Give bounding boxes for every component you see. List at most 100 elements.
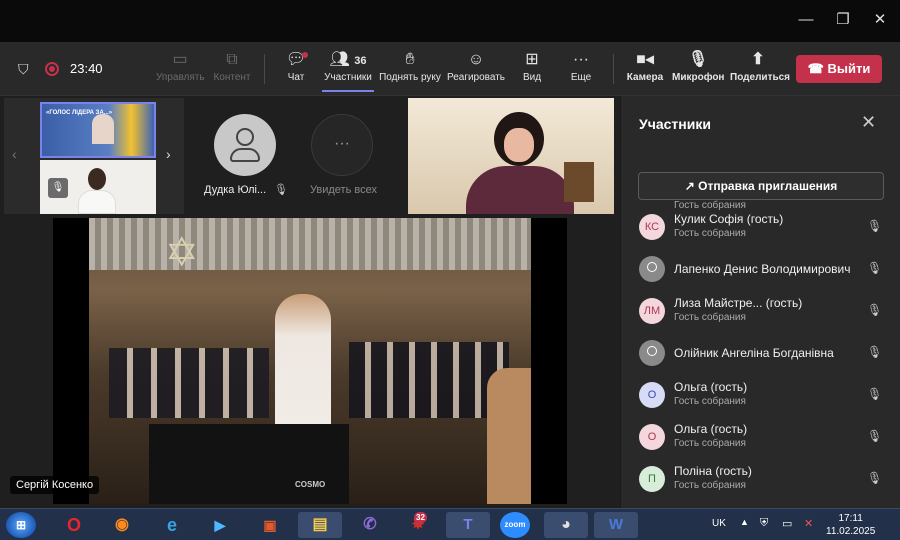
- mic-off-icon: 🎙︎: [867, 429, 883, 443]
- see-all-button[interactable]: ···: [311, 114, 373, 176]
- microphone-button[interactable]: 🎙︎ Микрофон: [672, 48, 724, 92]
- camera-icon: ■◂: [636, 51, 654, 68]
- minimize-icon[interactable]: —: [796, 10, 816, 30]
- view-icon: ⊞: [525, 51, 539, 68]
- network-icon[interactable]: ▭: [782, 517, 792, 530]
- mic-off-icon: 🎙︎: [687, 51, 709, 68]
- restore-icon[interactable]: ❐: [833, 10, 853, 30]
- participant-role: Гость собрания: [674, 228, 746, 239]
- share-screen-icon: ▭: [172, 51, 188, 68]
- mic-off-icon: 🎙︎: [274, 184, 288, 196]
- record-icon: [45, 62, 59, 76]
- windows-taskbar: ⊞ O ◉ e ▶ ▣ ▤ ✆ ✸ 32 T zoom ◕ W UK ▲ ⛨ ▭ …: [0, 508, 900, 540]
- media-player-icon[interactable]: ▶: [202, 512, 238, 538]
- participant-face: [504, 128, 534, 162]
- participant-row[interactable]: Олійник Ангеліна Богданівна 🎙︎: [621, 332, 900, 374]
- file-explorer-icon[interactable]: ▤: [298, 512, 342, 538]
- participant-row[interactable]: О Ольга (гость) Гость собрания 🎙︎: [621, 416, 900, 458]
- unread-dot: [302, 52, 308, 58]
- video-thumbnail-presentation[interactable]: «ГОЛОС ЛІДЕРА ЗА...»: [40, 102, 156, 158]
- participants-panel: Участники ✕ ↗ Отправка приглашения Гость…: [620, 96, 900, 508]
- tray-shield-icon[interactable]: ⛨: [760, 517, 768, 530]
- raise-hand-button[interactable]: ✋︎ Поднять руку: [378, 48, 442, 92]
- participant-avatar: [639, 256, 665, 282]
- concert-hall-scene: ✡ COSMO: [89, 218, 531, 504]
- participant-role: Гость собрания: [674, 312, 746, 323]
- chrome-icon[interactable]: ◕: [544, 512, 588, 538]
- person-icon: [647, 262, 657, 272]
- participant-row[interactable]: КС Кулик Софія (гость) Гость собрания 🎙︎: [621, 206, 900, 248]
- mic-off-icon: 🎙︎: [867, 261, 883, 275]
- piano: [149, 424, 349, 504]
- game-icon[interactable]: ✸ 32: [400, 512, 436, 538]
- notification-badge: 32: [414, 512, 427, 523]
- speaker-name-chip: Сергій Косенко: [10, 476, 100, 494]
- more-button[interactable]: ··· Еще: [566, 48, 596, 92]
- participant-row[interactable]: П Поліна (гость) Гость собрания 🎙︎: [621, 458, 900, 500]
- content-button[interactable]: ⧉ Контент: [210, 48, 254, 92]
- mic-off-icon: 🎙︎: [867, 345, 883, 359]
- participant-name: Лиза Майстре... (гость): [674, 296, 803, 310]
- video-thumbnail-participant[interactable]: 🎙︎: [40, 160, 156, 214]
- close-window-icon[interactable]: ✕: [870, 10, 890, 30]
- react-button[interactable]: ☺ Реагировать: [446, 48, 506, 92]
- participant-avatar[interactable]: [214, 114, 276, 176]
- participant-row[interactable]: ЛМ Лиза Майстре... (гость) Гость собрания 🎙…: [621, 290, 900, 332]
- shared-video[interactable]: ✡ COSMO: [53, 218, 567, 504]
- participant-role: Гость собрания: [674, 438, 746, 449]
- viber-icon[interactable]: ✆: [352, 512, 388, 538]
- opera-icon[interactable]: O: [56, 512, 92, 538]
- presenter-figure: [92, 114, 114, 144]
- paint-icon[interactable]: ▣: [252, 512, 288, 538]
- word-icon[interactable]: W: [594, 512, 638, 538]
- organ-pipes: [89, 218, 531, 270]
- participant-avatar: [639, 340, 665, 366]
- mic-off-icon: 🎙︎: [867, 303, 883, 317]
- participant-head: [88, 168, 106, 190]
- start-button[interactable]: ⊞: [6, 512, 36, 538]
- mic-off-icon: 🎙︎: [867, 471, 883, 485]
- chevron-left-icon[interactable]: ‹: [12, 146, 17, 162]
- zoom-icon[interactable]: zoom: [500, 512, 530, 538]
- share-button[interactable]: ⬆ Поделиться: [730, 48, 790, 92]
- manage-button[interactable]: ▭ Управлять: [156, 48, 205, 92]
- shield-icon: ⛉: [18, 61, 29, 77]
- participants-button[interactable]: 👥︎ 36 Участники: [322, 48, 374, 92]
- camera-button[interactable]: ■◂ Камера: [626, 48, 664, 92]
- input-language[interactable]: UK: [712, 518, 726, 529]
- meeting-stage: ‹ › «ГОЛОС ЛІДЕРА ЗА...» 🎙︎ Дудка Юлі...…: [0, 96, 620, 508]
- system-clock[interactable]: 17:11 11.02.2025: [826, 512, 875, 538]
- chat-button[interactable]: 💬︎ Чат: [280, 48, 312, 92]
- participant-row[interactable]: О Ольга (гость) Гость собрания 🎙︎: [621, 374, 900, 416]
- teams-icon[interactable]: T: [446, 512, 490, 538]
- content-icon: ⧉: [226, 51, 238, 68]
- participant-role: Гость собрания: [674, 396, 746, 407]
- more-icon: ···: [573, 51, 589, 68]
- participant-name: Кулик Софія (гость): [674, 212, 784, 226]
- send-invite-button[interactable]: ↗ Отправка приглашения: [638, 172, 884, 200]
- participant-name: Ольга (гость): [674, 422, 748, 436]
- see-all-label: Увидеть всех: [310, 184, 377, 196]
- person-icon: [647, 346, 657, 356]
- participant-row[interactable]: Лапенко Денис Володимирович 🎙︎: [621, 248, 900, 290]
- chevron-right-icon[interactable]: ›: [166, 146, 171, 162]
- firefox-icon[interactable]: ◉: [104, 512, 140, 538]
- participant-body: [466, 166, 574, 214]
- mic-off-icon: 🎙︎: [48, 178, 68, 198]
- remote-video-tile[interactable]: [408, 98, 614, 214]
- view-button[interactable]: ⊞ Вид: [516, 48, 548, 92]
- thumbnail-strip: ‹ › «ГОЛОС ЛІДЕРА ЗА...» 🎙︎: [4, 98, 184, 214]
- person-icon: [236, 128, 254, 146]
- leave-button[interactable]: ☎ Выйти: [796, 55, 882, 83]
- internet-explorer-icon[interactable]: e: [154, 512, 190, 538]
- volume-icon[interactable]: ✕: [804, 517, 813, 530]
- close-icon[interactable]: ✕: [861, 112, 876, 133]
- participant-avatar: О: [639, 382, 665, 408]
- title-bar: — ❐ ✕: [0, 0, 900, 42]
- tray-chevron-icon[interactable]: ▲: [740, 517, 749, 527]
- participant-role: Гость собрания: [674, 480, 746, 491]
- star-decoration: ✡: [165, 231, 199, 275]
- share-icon: ⬆: [751, 51, 765, 68]
- singer: [275, 294, 331, 434]
- participant-name: Ольга (гость): [674, 380, 748, 394]
